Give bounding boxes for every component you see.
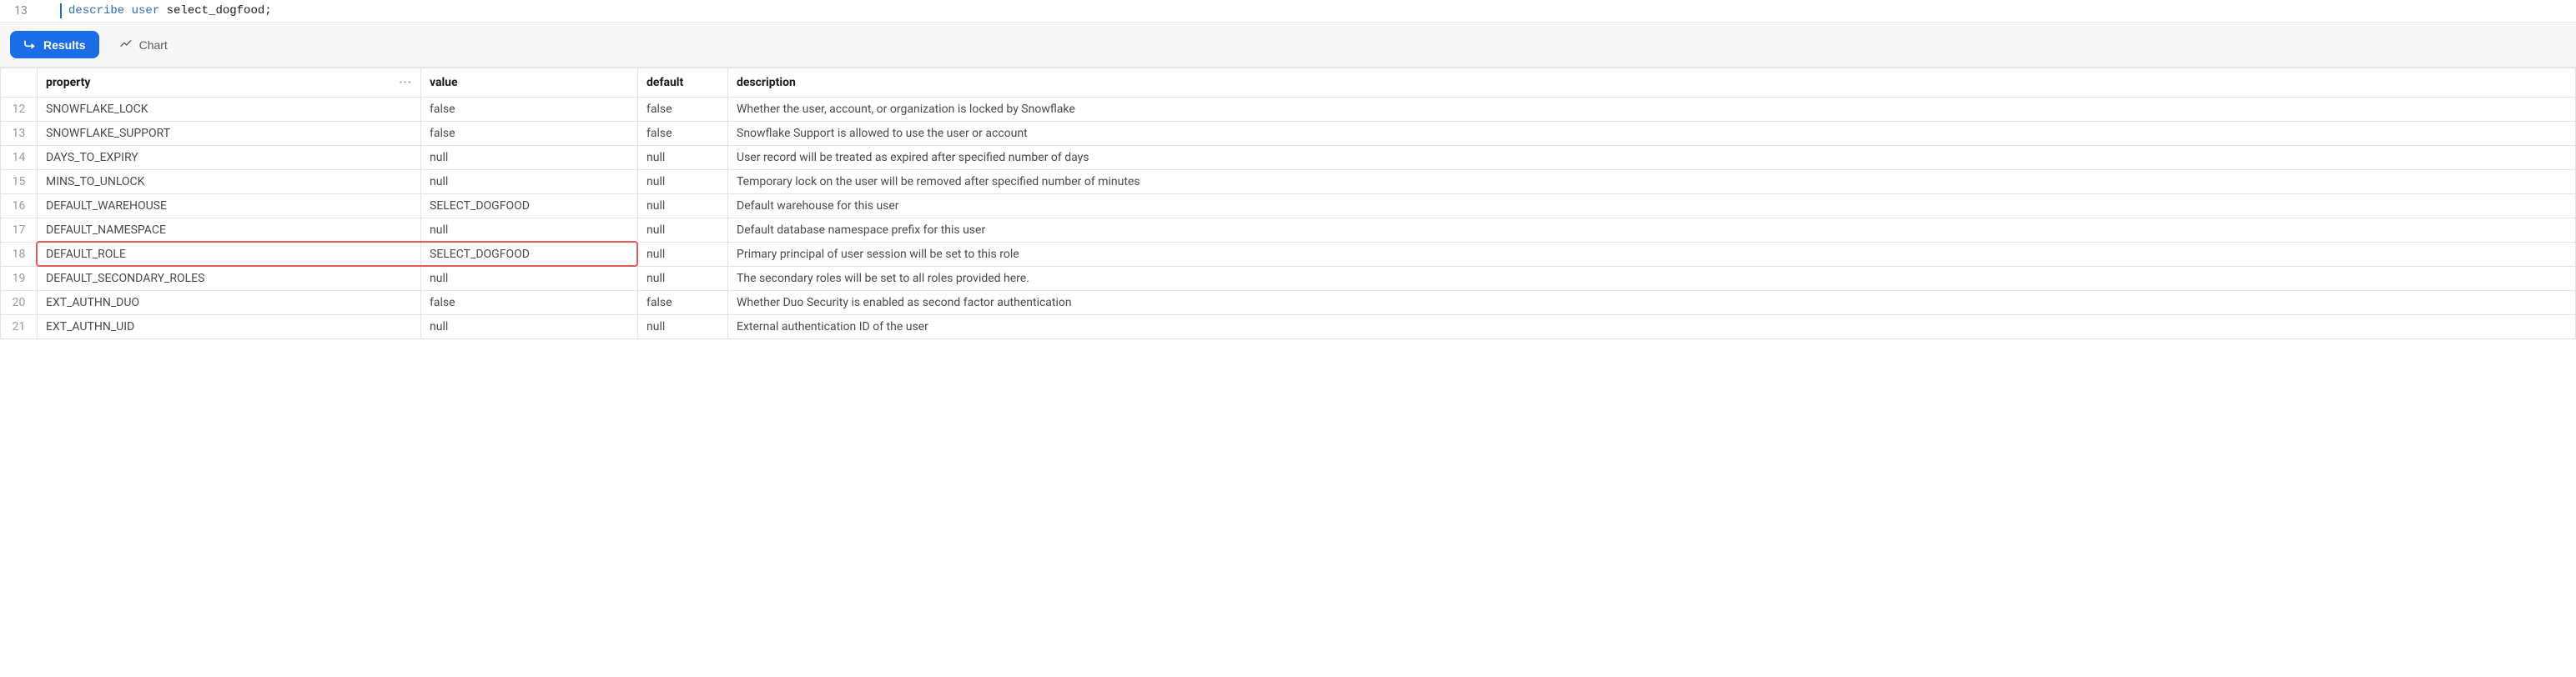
cell-value[interactable]: false — [421, 291, 638, 315]
cell-description[interactable]: Default database namespace prefix for th… — [728, 218, 2576, 243]
cell-property[interactable]: MINS_TO_UNLOCK — [38, 170, 421, 194]
row-number: 12 — [1, 98, 38, 122]
table-row[interactable]: 20EXT_AUTHN_DUOfalsefalseWhether Duo Sec… — [1, 291, 2576, 315]
header-property-label: property — [46, 76, 90, 89]
table-row[interactable]: 21EXT_AUTHN_UIDnullnullExternal authenti… — [1, 315, 2576, 339]
cell-value[interactable]: null — [421, 315, 638, 339]
cell-default[interactable]: null — [638, 170, 728, 194]
table-row[interactable]: 17DEFAULT_NAMESPACEnullnullDefault datab… — [1, 218, 2576, 243]
cell-description[interactable]: User record will be treated as expired a… — [728, 146, 2576, 170]
keyword-describe: describe — [68, 4, 124, 18]
cell-description[interactable]: Snowflake Support is allowed to use the … — [728, 122, 2576, 146]
table-row[interactable]: 19DEFAULT_SECONDARY_ROLESnullnullThe sec… — [1, 267, 2576, 291]
row-number: 15 — [1, 170, 38, 194]
cell-property[interactable]: EXT_AUTHN_DUO — [38, 291, 421, 315]
header-value[interactable]: value — [421, 68, 638, 98]
results-button[interactable]: Results — [10, 31, 99, 58]
header-description[interactable]: description — [728, 68, 2576, 98]
header-default-label: default — [647, 76, 683, 89]
cell-value[interactable]: null — [421, 218, 638, 243]
cell-default[interactable]: null — [638, 218, 728, 243]
code-identifier: select_dogfood; — [159, 4, 271, 18]
line-number: 13 — [0, 4, 42, 18]
table-row[interactable]: 14DAYS_TO_EXPIRYnullnullUser record will… — [1, 146, 2576, 170]
header-rownum[interactable] — [1, 68, 38, 98]
row-number: 13 — [1, 122, 38, 146]
cell-default[interactable]: null — [638, 194, 728, 218]
header-value-label: value — [430, 76, 458, 89]
row-number: 16 — [1, 194, 38, 218]
cell-value[interactable]: SELECT_DOGFOOD — [421, 243, 638, 267]
row-number: 17 — [1, 218, 38, 243]
results-table-container: property ··· value default description — [0, 68, 2576, 339]
cell-property[interactable]: DEFAULT_NAMESPACE — [38, 218, 421, 243]
table-row[interactable]: 16DEFAULT_WAREHOUSESELECT_DOGFOODnullDef… — [1, 194, 2576, 218]
cell-description[interactable]: Whether Duo Security is enabled as secon… — [728, 291, 2576, 315]
cell-description[interactable]: Whether the user, account, or organizati… — [728, 98, 2576, 122]
cell-default[interactable]: null — [638, 146, 728, 170]
chart-button-label: Chart — [139, 38, 168, 52]
keyword-user: user — [132, 4, 160, 18]
cell-property[interactable]: DEFAULT_ROLE — [38, 243, 421, 267]
cell-default[interactable]: null — [638, 267, 728, 291]
cell-value[interactable]: null — [421, 146, 638, 170]
cell-description[interactable]: Default warehouse for this user — [728, 194, 2576, 218]
cell-description[interactable]: The secondary roles will be set to all r… — [728, 267, 2576, 291]
table-row[interactable]: 13SNOWFLAKE_SUPPORTfalsefalseSnowflake S… — [1, 122, 2576, 146]
cell-default[interactable]: false — [638, 98, 728, 122]
code-editor-line[interactable]: 13 describe user select_dogfood; — [0, 0, 2576, 23]
table-row[interactable]: 18DEFAULT_ROLESELECT_DOGFOODnullPrimary … — [1, 243, 2576, 267]
cell-property[interactable]: SNOWFLAKE_SUPPORT — [38, 122, 421, 146]
cell-description[interactable]: External authentication ID of the user — [728, 315, 2576, 339]
header-default[interactable]: default — [638, 68, 728, 98]
results-toolbar: Results Chart — [0, 23, 2576, 68]
row-number: 21 — [1, 315, 38, 339]
row-number: 18 — [1, 243, 38, 267]
results-arrow-icon — [23, 37, 37, 53]
row-number: 20 — [1, 291, 38, 315]
cell-value[interactable]: false — [421, 98, 638, 122]
table-row[interactable]: 12SNOWFLAKE_LOCKfalsefalseWhether the us… — [1, 98, 2576, 122]
cell-value[interactable]: false — [421, 122, 638, 146]
column-menu-icon[interactable]: ··· — [399, 76, 412, 89]
cell-property[interactable]: DAYS_TO_EXPIRY — [38, 146, 421, 170]
cell-property[interactable]: SNOWFLAKE_LOCK — [38, 98, 421, 122]
cell-default[interactable]: null — [638, 243, 728, 267]
cell-value[interactable]: SELECT_DOGFOOD — [421, 194, 638, 218]
header-property[interactable]: property ··· — [38, 68, 421, 98]
cell-default[interactable]: null — [638, 315, 728, 339]
row-number: 19 — [1, 267, 38, 291]
cell-description[interactable]: Temporary lock on the user will be remov… — [728, 170, 2576, 194]
results-table: property ··· value default description — [0, 68, 2576, 339]
table-header-row: property ··· value default description — [1, 68, 2576, 98]
table-row[interactable]: 15MINS_TO_UNLOCKnullnullTemporary lock o… — [1, 170, 2576, 194]
cell-value[interactable]: null — [421, 267, 638, 291]
results-button-label: Results — [43, 38, 86, 52]
chart-button[interactable]: Chart — [119, 37, 168, 53]
cell-value[interactable]: null — [421, 170, 638, 194]
editor-cursor — [60, 3, 62, 18]
cell-property[interactable]: DEFAULT_WAREHOUSE — [38, 194, 421, 218]
chart-line-icon — [119, 37, 133, 53]
cell-default[interactable]: false — [638, 291, 728, 315]
cell-default[interactable]: false — [638, 122, 728, 146]
cell-description[interactable]: Primary principal of user session will b… — [728, 243, 2576, 267]
code-content[interactable]: describe user select_dogfood; — [68, 4, 272, 18]
cell-property[interactable]: EXT_AUTHN_UID — [38, 315, 421, 339]
row-number: 14 — [1, 146, 38, 170]
header-description-label: description — [737, 76, 796, 89]
cell-property[interactable]: DEFAULT_SECONDARY_ROLES — [38, 267, 421, 291]
